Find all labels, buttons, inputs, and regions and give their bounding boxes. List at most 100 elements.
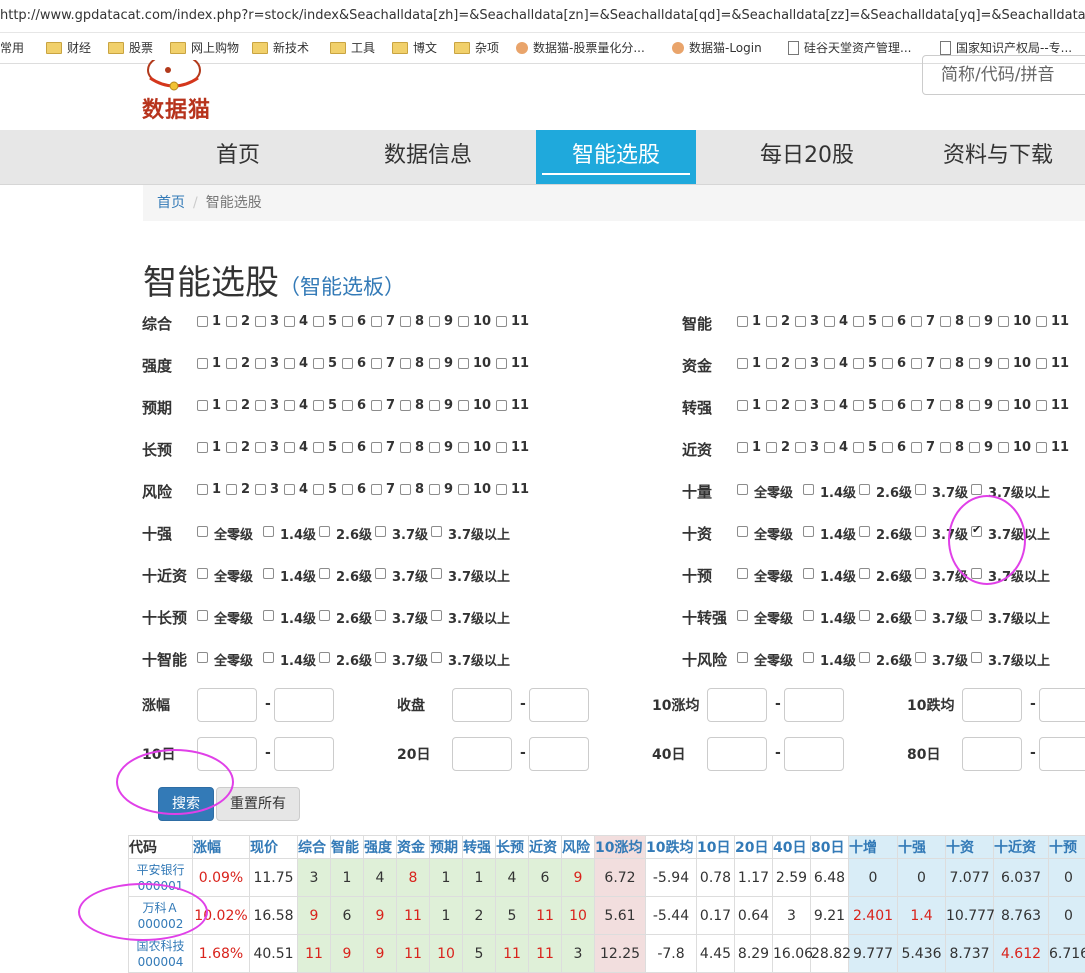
- checkbox-right-1-7[interactable]: [911, 358, 922, 369]
- checkbox-right-0-7[interactable]: [911, 316, 922, 327]
- checkbox-left-4-3[interactable]: [255, 484, 266, 495]
- checkbox-left-2-10[interactable]: [458, 400, 469, 411]
- range-min-input[interactable]: [452, 737, 512, 771]
- checkbox-left-4-8[interactable]: [400, 484, 411, 495]
- checkbox-right-level-4-0[interactable]: [737, 652, 748, 663]
- checkbox-right-1-3[interactable]: [795, 358, 806, 369]
- checkbox-right-1-4[interactable]: [824, 358, 835, 369]
- column-header[interactable]: 现价: [250, 836, 298, 859]
- checkbox-left-1-11[interactable]: [496, 358, 507, 369]
- bookmark-9[interactable]: 数据猫-股票量化分...: [516, 33, 645, 63]
- checkbox-left-3-3[interactable]: [255, 442, 266, 453]
- range-min-input[interactable]: [197, 688, 257, 722]
- checkbox-right-2-11[interactable]: [1036, 400, 1047, 411]
- bookmark-10[interactable]: 数据猫-Login: [672, 33, 762, 63]
- checkbox-left-4-5[interactable]: [313, 484, 324, 495]
- checkbox-right-2-7[interactable]: [911, 400, 922, 411]
- checkbox-left-2-7[interactable]: [371, 400, 382, 411]
- nav-smart-picker[interactable]: 智能选股: [536, 130, 696, 184]
- site-logo[interactable]: 数据猫: [140, 60, 232, 126]
- checkbox-right-2-5[interactable]: [853, 400, 864, 411]
- checkbox-right-level-4-4[interactable]: [971, 652, 982, 663]
- checkbox-left-level-3-2[interactable]: [319, 652, 330, 663]
- range-min-input[interactable]: [452, 688, 512, 722]
- checkbox-left-0-4[interactable]: [284, 316, 295, 327]
- range-min-input[interactable]: [962, 688, 1022, 722]
- checkbox-right-level-0-1[interactable]: [803, 484, 814, 495]
- checkbox-left-1-5[interactable]: [313, 358, 324, 369]
- range-max-input[interactable]: [274, 688, 334, 722]
- checkbox-left-0-6[interactable]: [342, 316, 353, 327]
- checkbox-right-2-1[interactable]: [737, 400, 748, 411]
- range-min-input[interactable]: [707, 737, 767, 771]
- checkbox-right-level-1-1[interactable]: [803, 526, 814, 537]
- bookmark-7[interactable]: 博文: [392, 33, 437, 63]
- checkbox-right-level-0-0[interactable]: [737, 484, 748, 495]
- breadcrumb-home[interactable]: 首页: [157, 195, 185, 211]
- checkbox-right-level-1-3[interactable]: [915, 526, 926, 537]
- checkbox-left-level-1-4[interactable]: [431, 568, 442, 579]
- bookmark-8[interactable]: 杂项: [454, 33, 499, 63]
- checkbox-right-level-0-2[interactable]: [859, 484, 870, 495]
- checkbox-left-level-2-0[interactable]: [197, 610, 208, 621]
- column-header[interactable]: 涨幅: [193, 836, 250, 859]
- checkbox-left-3-9[interactable]: [429, 442, 440, 453]
- stock-code[interactable]: 000004: [129, 954, 192, 970]
- range-max-input[interactable]: [1039, 737, 1085, 771]
- checkbox-left-1-4[interactable]: [284, 358, 295, 369]
- checkbox-left-level-0-0[interactable]: [197, 526, 208, 537]
- checkbox-left-0-11[interactable]: [496, 316, 507, 327]
- checkbox-right-1-9[interactable]: [969, 358, 980, 369]
- column-header[interactable]: 80日: [811, 836, 849, 859]
- checkbox-left-level-3-4[interactable]: [431, 652, 442, 663]
- checkbox-right-level-4-1[interactable]: [803, 652, 814, 663]
- checkbox-right-3-5[interactable]: [853, 442, 864, 453]
- checkbox-left-4-11[interactable]: [496, 484, 507, 495]
- checkbox-left-4-6[interactable]: [342, 484, 353, 495]
- checkbox-right-3-9[interactable]: [969, 442, 980, 453]
- nav-daily-20[interactable]: 每日20股: [712, 130, 902, 184]
- checkbox-right-0-9[interactable]: [969, 316, 980, 327]
- checkbox-left-level-3-1[interactable]: [263, 652, 274, 663]
- checkbox-right-0-2[interactable]: [766, 316, 777, 327]
- checkbox-right-1-1[interactable]: [737, 358, 748, 369]
- checkbox-left-1-6[interactable]: [342, 358, 353, 369]
- range-max-input[interactable]: [529, 688, 589, 722]
- checkbox-right-3-7[interactable]: [911, 442, 922, 453]
- checkbox-right-1-6[interactable]: [882, 358, 893, 369]
- column-header[interactable]: 代码: [129, 836, 193, 859]
- bookmark-2[interactable]: 财经: [46, 33, 91, 63]
- bookmark-6[interactable]: 工具: [330, 33, 375, 63]
- checkbox-left-3-10[interactable]: [458, 442, 469, 453]
- checkbox-left-level-0-3[interactable]: [375, 526, 386, 537]
- checkbox-right-0-6[interactable]: [882, 316, 893, 327]
- address-bar[interactable]: http://www.gpdatacat.com/index.php?r=sto…: [0, 0, 1085, 33]
- checkbox-right-2-10[interactable]: [998, 400, 1009, 411]
- checkbox-left-2-2[interactable]: [226, 400, 237, 411]
- checkbox-left-2-8[interactable]: [400, 400, 411, 411]
- checkbox-right-level-1-0[interactable]: [737, 526, 748, 537]
- checkbox-right-2-8[interactable]: [940, 400, 951, 411]
- checkbox-left-1-8[interactable]: [400, 358, 411, 369]
- checkbox-left-3-5[interactable]: [313, 442, 324, 453]
- column-header[interactable]: 十近资: [994, 836, 1049, 859]
- column-header[interactable]: 近资: [529, 836, 562, 859]
- checkbox-left-0-2[interactable]: [226, 316, 237, 327]
- checkbox-left-4-1[interactable]: [197, 484, 208, 495]
- range-max-input[interactable]: [784, 737, 844, 771]
- stock-name[interactable]: 平安银行: [129, 862, 192, 878]
- column-header[interactable]: 10跌均: [646, 836, 697, 859]
- checkbox-left-level-0-4[interactable]: [431, 526, 442, 537]
- checkbox-left-level-3-3[interactable]: [375, 652, 386, 663]
- stock-search-input[interactable]: 简称/代码/拼音: [922, 55, 1085, 95]
- checkbox-right-3-4[interactable]: [824, 442, 835, 453]
- checkbox-right-0-10[interactable]: [998, 316, 1009, 327]
- column-header[interactable]: 10涨均: [595, 836, 646, 859]
- column-header[interactable]: 40日: [773, 836, 811, 859]
- checkbox-left-3-8[interactable]: [400, 442, 411, 453]
- checkbox-left-level-1-0[interactable]: [197, 568, 208, 579]
- range-max-input[interactable]: [784, 688, 844, 722]
- nav-downloads[interactable]: 资料与下载: [903, 130, 1085, 184]
- checkbox-left-0-9[interactable]: [429, 316, 440, 327]
- checkbox-right-0-11[interactable]: [1036, 316, 1047, 327]
